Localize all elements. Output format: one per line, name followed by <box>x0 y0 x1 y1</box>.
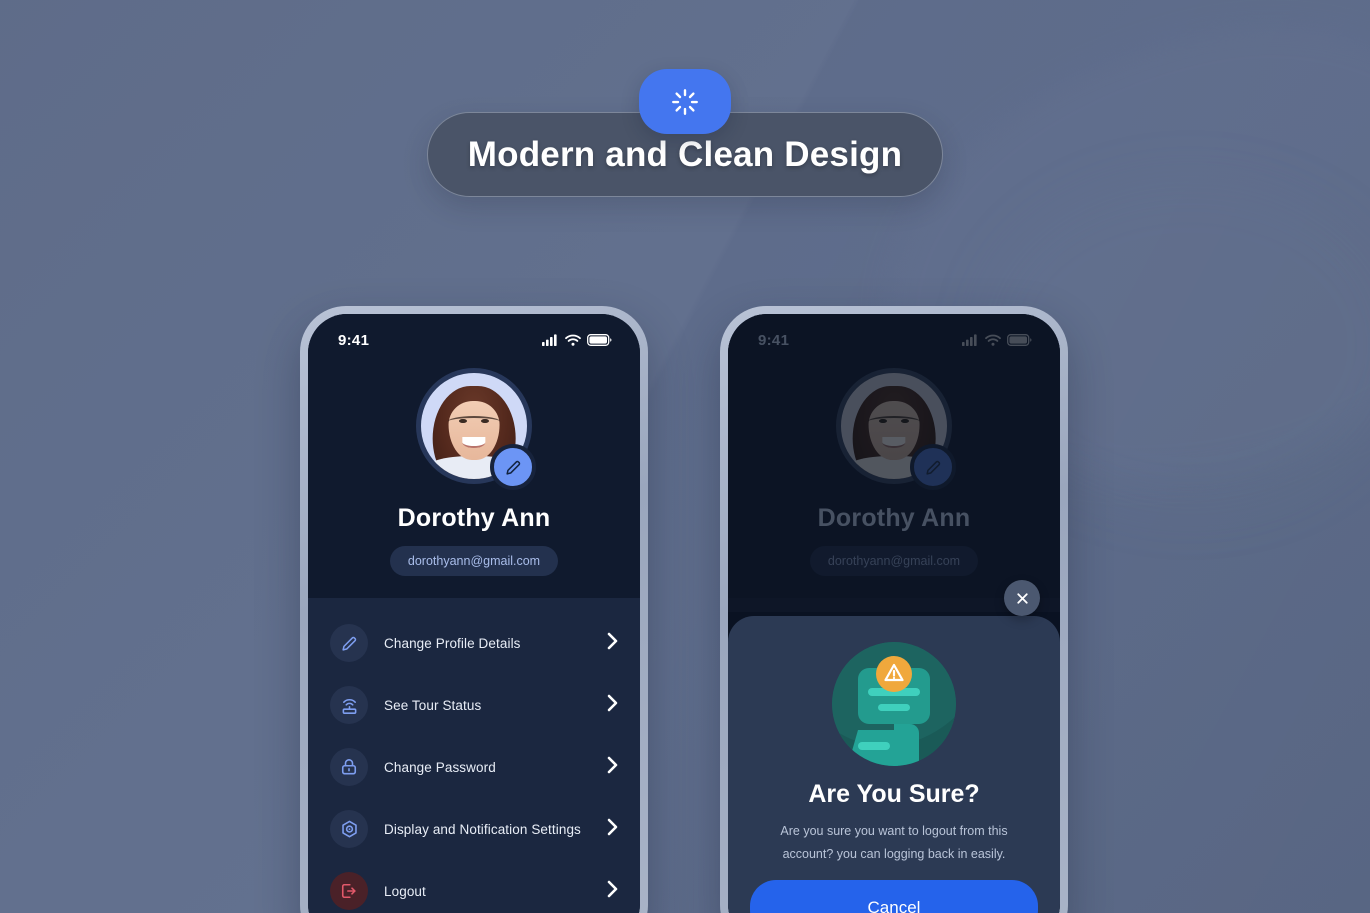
menu-item-label: Change Profile Details <box>384 635 521 651</box>
menu-item-see-tour-status[interactable]: See Tour Status <box>308 674 640 736</box>
settings-menu-list: Change Profile Details See Tour Status C… <box>308 598 640 913</box>
menu-item-label: Change Password <box>384 759 496 775</box>
menu-item-display-and-notification-settings[interactable]: Display and Notification Settings <box>308 798 640 860</box>
status-bar: 9:41 <box>308 318 640 362</box>
profile-name: Dorothy Ann <box>397 504 551 532</box>
phone-mockup-logout-confirm: 9:41 <box>720 306 1068 913</box>
logout-arrow-icon <box>330 872 368 910</box>
warning-message-illustration <box>832 642 956 766</box>
header-banner: Modern and Clean Design <box>427 69 943 197</box>
logout-confirm-dialog: Are You Sure? Are you sure you want to l… <box>728 616 1060 913</box>
menu-item-label: Logout <box>384 883 426 899</box>
loading-spinner-icon <box>639 69 731 134</box>
pencil-icon <box>505 460 520 475</box>
menu-item-change-profile-details[interactable]: Change Profile Details <box>308 612 640 674</box>
dialog-description: Are you sure you want to logout from thi… <box>780 824 1008 862</box>
close-dialog-button[interactable] <box>1004 580 1040 616</box>
menu-item-logout[interactable]: Logout <box>308 860 640 913</box>
dialog-title: Are You Sure? <box>808 780 980 808</box>
status-icons <box>542 334 612 346</box>
cellular-signal-icon <box>542 334 557 346</box>
status-time: 9:41 <box>338 331 370 349</box>
edit-avatar-button[interactable] <box>490 444 536 490</box>
chevron-right-icon <box>607 756 618 779</box>
close-x-icon <box>1016 592 1028 604</box>
chevron-right-icon <box>607 880 618 903</box>
battery-icon <box>587 334 612 346</box>
phone-mockup-profile: 9:41 Dorothy Ann dorothyann@gmail.com Ch… <box>300 306 648 913</box>
menu-item-label: Display and Notification Settings <box>384 821 581 837</box>
profile-header: 9:41 <box>308 314 640 598</box>
router-signal-icon <box>330 686 368 724</box>
phone-screen-profile: 9:41 Dorothy Ann dorothyann@gmail.com Ch… <box>308 314 640 913</box>
page-title: Modern and Clean Design <box>467 134 903 174</box>
cancel-button[interactable]: Cancel <box>750 880 1038 913</box>
wifi-icon <box>565 334 581 346</box>
profile-email-badge: dorothyann@gmail.com <box>389 546 559 576</box>
hexagon-gear-icon <box>330 810 368 848</box>
lock-icon <box>330 748 368 786</box>
phone-screen-logout-confirm: 9:41 <box>728 314 1060 913</box>
pencil-icon <box>330 624 368 662</box>
chevron-right-icon <box>607 694 618 717</box>
chevron-right-icon <box>607 632 618 655</box>
menu-item-change-password[interactable]: Change Password <box>308 736 640 798</box>
menu-item-label: See Tour Status <box>384 697 482 713</box>
avatar[interactable] <box>416 368 536 490</box>
chevron-right-icon <box>607 818 618 841</box>
